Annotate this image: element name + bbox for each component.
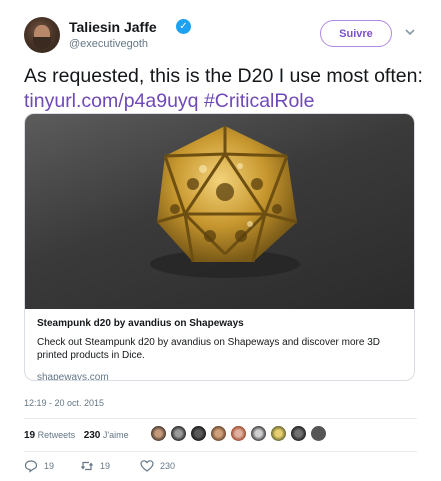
likes-count[interactable]: 230 xyxy=(84,430,101,441)
liker-avatar[interactable] xyxy=(170,425,187,442)
tweet-link[interactable]: tinyurl.com/p4a9uyq xyxy=(24,90,199,112)
tweet-actions: 19 19 230 xyxy=(24,459,324,477)
reply-icon xyxy=(24,460,38,473)
card-domain: shapeways.com xyxy=(37,372,109,381)
reply-button[interactable]: 19 xyxy=(24,459,54,473)
liker-avatar[interactable] xyxy=(210,425,227,442)
card-description: Check out Steampunk d20 by avandius on S… xyxy=(37,337,380,361)
card-image[interactable] xyxy=(25,114,414,309)
author-handle[interactable]: @executivegoth xyxy=(69,38,148,50)
heart-icon xyxy=(140,460,154,472)
liker-avatar[interactable] xyxy=(310,425,327,442)
reply-count: 19 xyxy=(44,461,55,471)
liker-avatar[interactable] xyxy=(150,425,167,442)
verified-badge-icon: ✓ xyxy=(176,19,191,34)
divider xyxy=(24,451,417,452)
hashtag-link[interactable]: #CriticalRole xyxy=(204,90,315,112)
tweet-stats: 19 Retweets 230 J'aime xyxy=(24,430,135,441)
card-title[interactable]: Steampunk d20 by avandius on Shapeways xyxy=(37,318,403,329)
divider xyxy=(24,418,417,419)
likes-label[interactable]: J'aime xyxy=(103,430,129,440)
follow-button[interactable]: Suivre xyxy=(320,20,392,47)
card-body: Steampunk d20 by avandius on Shapeways C… xyxy=(37,318,403,381)
retweet-count: 19 xyxy=(100,461,111,471)
author-avatar[interactable] xyxy=(24,17,60,53)
tweet-text: As requested, this is the D20 I use most… xyxy=(24,64,424,114)
retweet-button[interactable]: 19 xyxy=(80,459,110,473)
like-count: 230 xyxy=(160,461,176,471)
link-card[interactable]: Steampunk d20 by avandius on Shapeways C… xyxy=(24,113,415,381)
retweets-label[interactable]: Retweets xyxy=(38,430,76,440)
liker-avatar[interactable] xyxy=(270,425,287,442)
retweet-icon xyxy=(81,461,93,471)
like-button[interactable]: 230 xyxy=(140,459,175,473)
liker-avatar[interactable] xyxy=(190,425,207,442)
liker-avatar[interactable] xyxy=(290,425,307,442)
liker-avatar[interactable] xyxy=(250,425,267,442)
tweet-header: Taliesin Jaffe ✓ @executivegoth Suivre xyxy=(24,14,424,56)
liker-avatar[interactable] xyxy=(230,425,247,442)
retweets-count[interactable]: 19 xyxy=(24,430,35,441)
chevron-down-icon[interactable] xyxy=(403,25,417,39)
tweet-timestamp[interactable]: 12:19 - 20 oct. 2015 xyxy=(24,398,104,408)
author-name[interactable]: Taliesin Jaffe xyxy=(69,19,157,35)
tweet-body: As requested, this is the D20 I use most… xyxy=(24,65,423,87)
